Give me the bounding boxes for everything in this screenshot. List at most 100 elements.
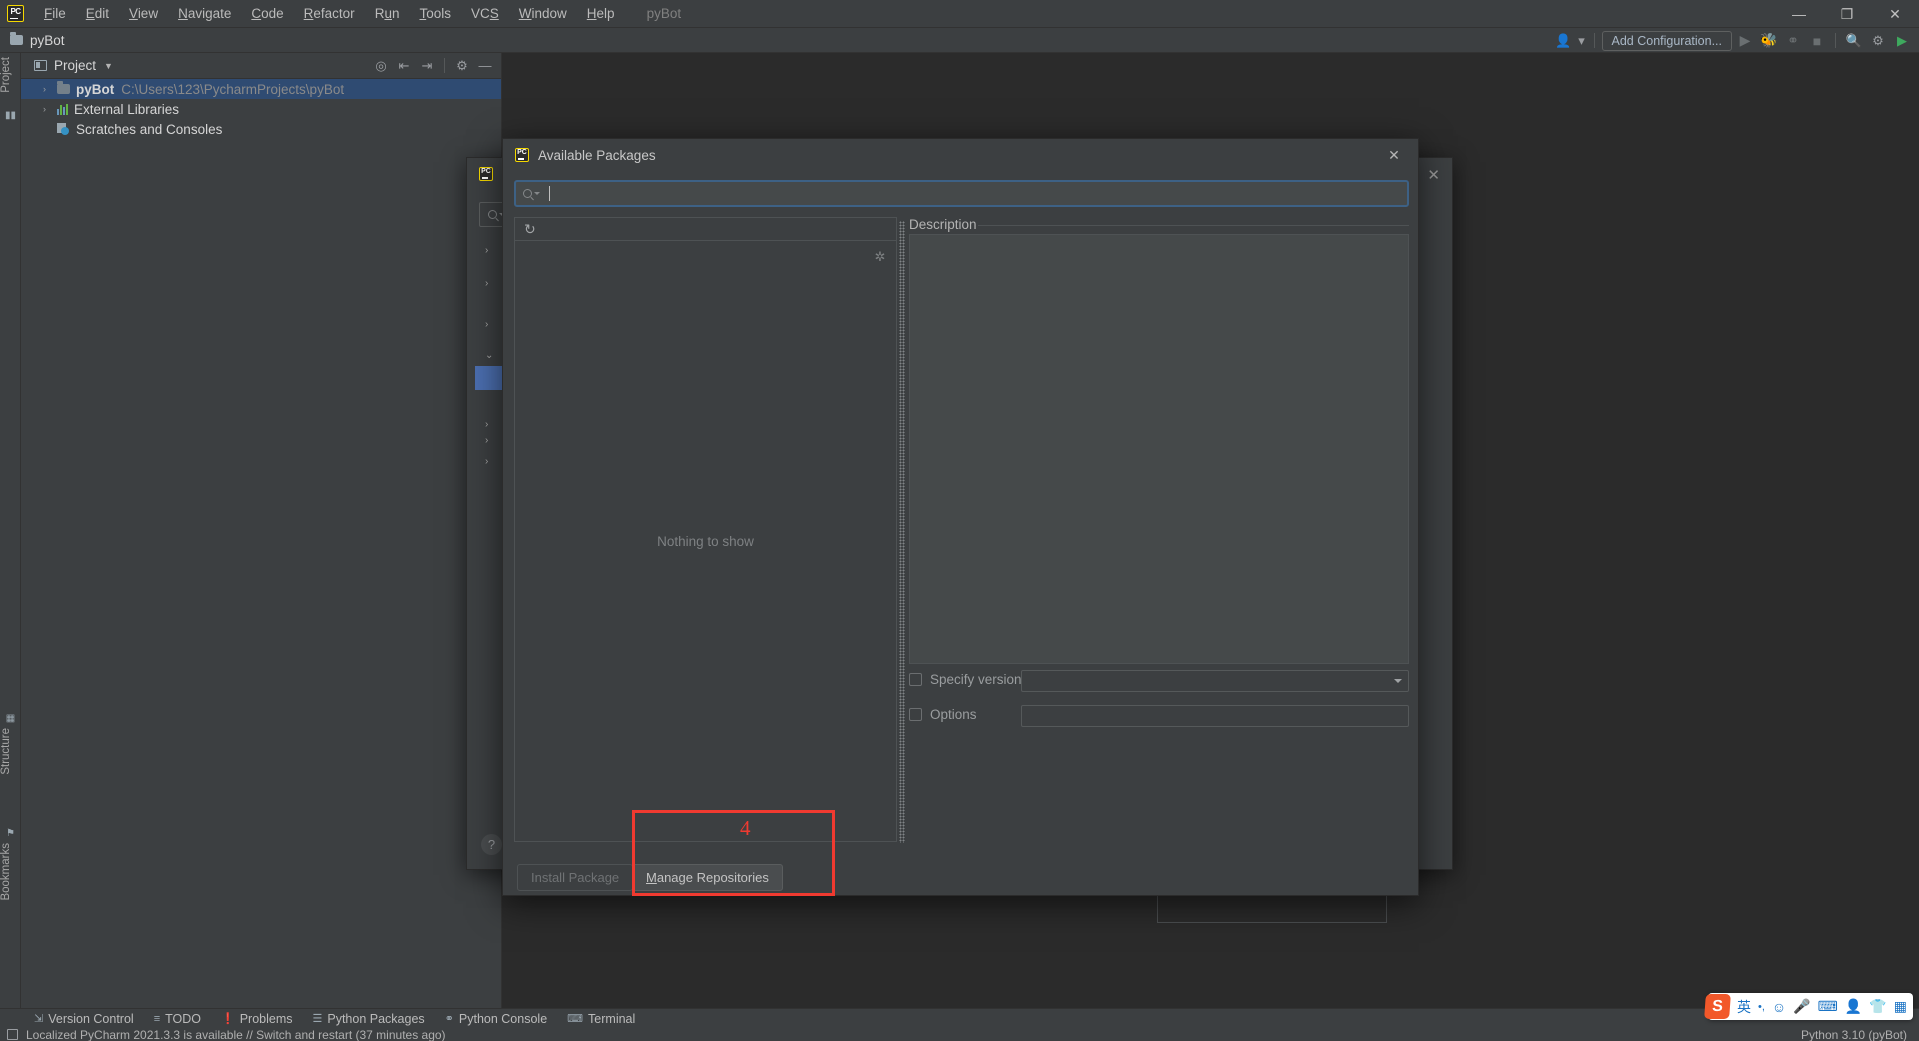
menu-item-view[interactable]: View: [119, 3, 168, 24]
menu-item-code[interactable]: Code: [241, 3, 293, 24]
expand-arrow-icon[interactable]: ›: [43, 104, 57, 114]
chevron-down-icon[interactable]: ▾: [1577, 30, 1587, 52]
specify-version-combobox[interactable]: [1021, 670, 1409, 692]
library-icon: [57, 103, 68, 115]
description-label: Description: [909, 217, 977, 232]
menu-item-help[interactable]: Help: [577, 3, 625, 24]
hide-panel-icon[interactable]: —: [474, 55, 496, 77]
bottom-tab-terminal[interactable]: ⌨ Terminal: [557, 1012, 645, 1026]
navbar-toolbar: 👤 ▾ Add Configuration... ▶ 🐝 ⚭ ■ 🔍 ⚙ ▶: [1553, 28, 1914, 53]
description-divider: [978, 225, 1409, 226]
branch-icon: ⇲: [34, 1013, 44, 1025]
project-panel-title: Project: [54, 58, 97, 73]
ime-punctuation-icon[interactable]: •,: [1758, 1001, 1765, 1013]
available-packages-dialog: PC Available Packages ✕ ↻ Nothing to sho…: [502, 138, 1419, 896]
annotation-step-number: 4: [740, 816, 751, 840]
close-icon[interactable]: ✕: [1378, 139, 1410, 171]
specify-version-label: Specify version: [930, 672, 1022, 687]
bottom-tab-python-console[interactable]: ⚭ Python Console: [435, 1012, 557, 1026]
maximize-icon[interactable]: ❐: [1823, 0, 1871, 28]
package-search-field[interactable]: [514, 180, 1409, 207]
empty-list-label: Nothing to show: [657, 533, 754, 549]
notification-icon[interactable]: [7, 1029, 18, 1040]
sogou-logo-icon[interactable]: S: [1704, 994, 1731, 1019]
expand-all-icon[interactable]: ⇤: [393, 55, 415, 77]
bottom-tab-problems[interactable]: ❗ Problems: [211, 1012, 303, 1026]
options-input[interactable]: [1021, 705, 1409, 727]
dialog-title: Available Packages: [538, 147, 656, 163]
tool-tab-project[interactable]: Project: [0, 53, 21, 97]
stop-icon[interactable]: ■: [1806, 30, 1828, 52]
ime-toolbox-icon[interactable]: ▦: [1894, 998, 1907, 1015]
menu-item-navigate[interactable]: Navigate: [168, 3, 241, 24]
menu-item-refactor[interactable]: Refactor: [294, 3, 365, 24]
menu-item-edit[interactable]: Edit: [76, 3, 119, 24]
gear-icon[interactable]: ⚙: [451, 55, 473, 77]
ime-voice-icon[interactable]: 🎤: [1793, 998, 1810, 1015]
options-row: Options: [909, 707, 977, 722]
panel-splitter[interactable]: [899, 221, 905, 843]
tree-row-pybot[interactable]: › pyBot C:\Users\123\PycharmProjects\pyB…: [21, 79, 501, 99]
status-message[interactable]: Localized PyCharm 2021.3.3 is available …: [26, 1028, 446, 1041]
options-label: Options: [930, 707, 977, 722]
chevron-down-icon: [1394, 679, 1402, 683]
ime-emoji-icon[interactable]: ☺: [1772, 999, 1786, 1015]
tree-item-label: Scratches and Consoles: [76, 121, 223, 137]
tool-tab-bookmarks[interactable]: ⚑ Bookmarks: [0, 828, 21, 905]
tool-tab-structure[interactable]: ▦ Structure: [0, 713, 21, 779]
tree-row-external-libraries[interactable]: › External Libraries: [21, 99, 501, 119]
ime-skin-icon[interactable]: 👕: [1869, 998, 1886, 1015]
bottom-tab-label: Python Packages: [327, 1011, 425, 1026]
minimize-icon[interactable]: —: [1775, 0, 1823, 28]
bottom-tab-label: Python Console: [458, 1011, 548, 1026]
pycharm-logo-icon: PC: [7, 5, 24, 22]
bottom-tab-python-packages[interactable]: ☰ Python Packages: [303, 1012, 435, 1026]
manage-mnemonic: M: [646, 870, 657, 885]
ime-user-icon[interactable]: 👤: [1845, 998, 1862, 1015]
pycharm-logo-icon: PC: [515, 148, 529, 162]
chevron-down-icon[interactable]: ▼: [104, 61, 113, 71]
locate-icon[interactable]: ◎: [370, 55, 392, 77]
tree-item-label: External Libraries: [74, 101, 180, 117]
ime-language-icon[interactable]: 英: [1737, 997, 1751, 1017]
debug-icon[interactable]: 🐝: [1758, 30, 1780, 52]
manage-repositories-button[interactable]: Manage Repositories: [632, 864, 783, 891]
folder-icon[interactable]: ▮▮: [0, 110, 21, 121]
bottom-tab-version-control[interactable]: ⇲ Version Control: [24, 1012, 144, 1026]
specify-version-checkbox[interactable]: [909, 673, 922, 686]
project-panel-header: Project ▼ ◎ ⇤ ⇥ ⚙ —: [21, 53, 501, 79]
add-configuration-button[interactable]: Add Configuration...: [1601, 30, 1732, 51]
close-icon[interactable]: ✕: [1427, 166, 1440, 184]
bottom-tab-todo[interactable]: ≡ TODO: [144, 1012, 211, 1026]
coverage-icon[interactable]: ⚭: [1782, 30, 1804, 52]
menu-item-window[interactable]: Window: [509, 3, 577, 24]
bottom-tab-label: TODO: [165, 1011, 201, 1026]
project-window-icon: [34, 60, 47, 71]
bottom-tool-window-bar: ⇲ Version Control ≡ TODO ❗ Problems ☰ Py…: [0, 1008, 1919, 1028]
refresh-icon[interactable]: ↻: [524, 221, 536, 238]
window-title: pyBot: [646, 6, 682, 21]
main-menu: File Edit View Navigate Code Refactor Ru…: [34, 3, 625, 24]
breadcrumb-project[interactable]: pyBot: [30, 33, 65, 48]
install-package-button[interactable]: Install Package: [517, 864, 634, 891]
options-checkbox[interactable]: [909, 708, 922, 721]
updates-icon[interactable]: ▶: [1891, 30, 1913, 52]
menu-item-vcs[interactable]: VCS: [461, 3, 509, 24]
search-input[interactable]: [550, 186, 1407, 201]
ime-keyboard-icon[interactable]: ⌨: [1818, 998, 1838, 1015]
tree-row-scratches[interactable]: › Scratches and Consoles: [21, 119, 501, 139]
search-everywhere-icon[interactable]: 🔍: [1843, 30, 1865, 52]
expand-arrow-icon[interactable]: ›: [43, 84, 57, 94]
menu-item-file[interactable]: File: [34, 3, 76, 24]
run-icon[interactable]: ▶: [1734, 30, 1756, 52]
packages-list-body[interactable]: Nothing to show ✲: [515, 241, 896, 841]
help-icon[interactable]: ?: [481, 834, 502, 855]
close-icon[interactable]: ✕: [1871, 0, 1919, 28]
menu-item-run[interactable]: Run: [365, 3, 410, 24]
collapse-all-icon[interactable]: ⇥: [416, 55, 438, 77]
search-icon: [523, 189, 540, 198]
interpreter-status[interactable]: Python 3.10 (pyBot): [1801, 1028, 1907, 1041]
user-icon[interactable]: 👤: [1553, 30, 1575, 52]
settings-gear-icon[interactable]: ⚙: [1867, 30, 1889, 52]
menu-item-tools[interactable]: Tools: [409, 3, 461, 24]
